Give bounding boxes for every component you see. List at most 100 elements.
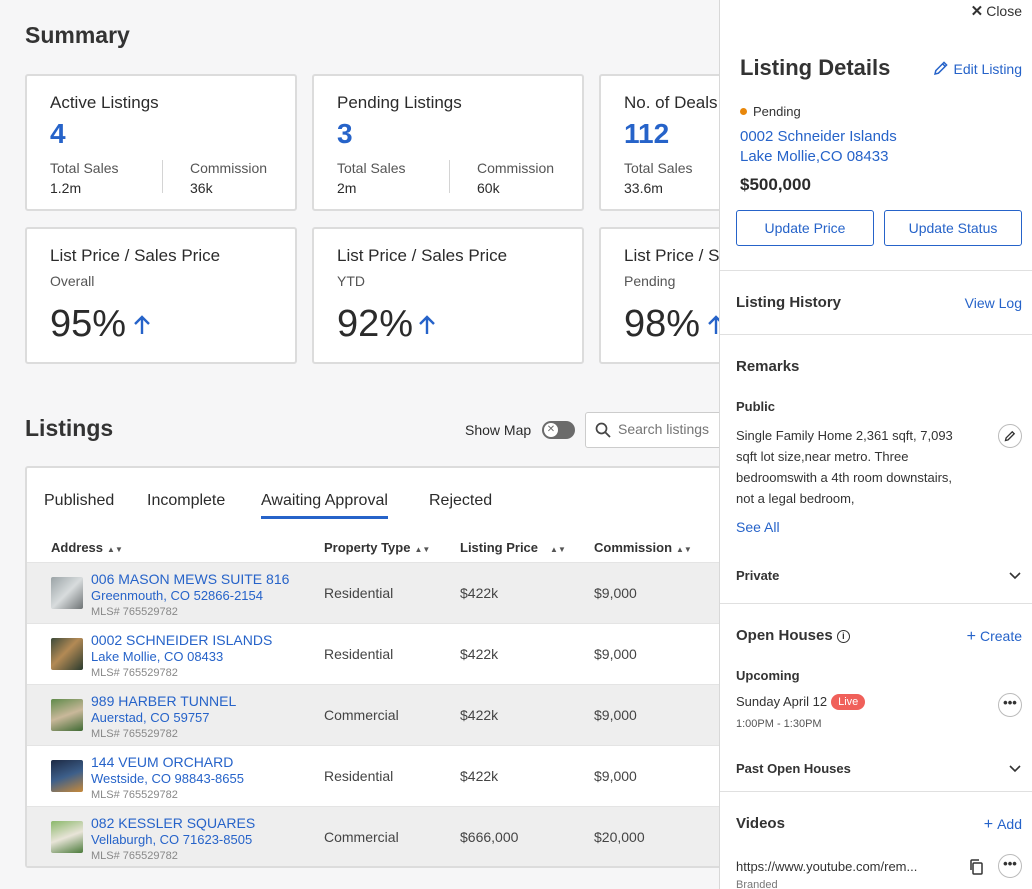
show-map-label: Show Map — [465, 422, 532, 438]
deals-card[interactable]: No. of Deals 112 Total Sales 33.6m — [599, 74, 719, 211]
column-header-property-type[interactable]: Property Type ▲▼ — [324, 540, 430, 555]
address-line2[interactable]: Lake Mollie,CO 08433 — [740, 148, 888, 165]
view-log-link[interactable]: View Log — [965, 295, 1022, 311]
chevron-down-icon[interactable] — [1009, 572, 1021, 580]
main-content: Summary Active Listings 4 Total Sales 1.… — [0, 0, 719, 889]
table-row[interactable]: 144 VEUM ORCHARD Westside, CO 98843-8655… — [27, 745, 719, 806]
table-row[interactable]: 989 HARBER TUNNEL Auerstad, CO 59757 MLS… — [27, 684, 719, 745]
total-sales-value: 1.2m — [50, 180, 82, 196]
address-line2[interactable]: Greenmouth, CO 52866-2154 — [91, 588, 263, 603]
address-line2[interactable]: Auerstad, CO 59757 — [91, 710, 210, 725]
address-line2[interactable]: Westside, CO 98843-8655 — [91, 771, 244, 786]
ratio-value: 95% — [50, 303, 127, 345]
divider — [720, 270, 1032, 271]
info-icon[interactable]: i — [836, 630, 850, 643]
property-thumbnail — [51, 760, 83, 792]
address-line1[interactable]: 989 HARBER TUNNEL — [91, 693, 236, 709]
table-row[interactable]: 006 MASON MEWS SUITE 816 Greenmouth, CO … — [27, 562, 719, 623]
more-icon: ••• — [1003, 695, 1017, 710]
column-header-commission[interactable]: Commission ▲▼ — [594, 540, 692, 555]
create-label: Create — [979, 628, 1022, 644]
past-open-houses-label[interactable]: Past Open Houses — [736, 761, 851, 776]
show-map-toggle[interactable]: ✕ — [542, 421, 575, 439]
update-status-button[interactable]: Update Status — [884, 210, 1022, 246]
video-url[interactable]: https://www.youtube.com/rem... — [736, 859, 917, 874]
public-remarks-text: Single Family Home 2,361 sqft, 7,093 sqf… — [736, 428, 953, 506]
add-label: Add — [997, 816, 1022, 832]
video-more-options-button[interactable]: ••• — [998, 854, 1022, 878]
ratio-value: 92% — [337, 303, 414, 345]
mls-number: MLS# 765529782 — [91, 850, 178, 862]
ratio-card-overall[interactable]: List Price / Sales Price Overall 95% — [25, 227, 297, 364]
ratio-card-pending[interactable]: List Price / Sales Price Pending 98% — [599, 227, 719, 364]
tab-incomplete[interactable]: Incomplete — [147, 492, 225, 516]
total-sales-label: Total Sales — [624, 160, 693, 176]
column-label: Address — [51, 540, 104, 555]
update-price-button[interactable]: Update Price — [736, 210, 874, 246]
close-icon: ✕ — [970, 3, 984, 20]
sort-icon: ▲▼ — [550, 545, 566, 554]
commission: $9,000 — [594, 768, 637, 784]
column-label: Listing Price — [460, 540, 539, 555]
commission: $20,000 — [594, 829, 645, 845]
address-line2[interactable]: Lake Mollie, CO 08433 — [91, 649, 223, 664]
close-label: Close — [986, 3, 1022, 19]
commission-label: Commission — [477, 160, 555, 176]
more-icon: ••• — [1003, 856, 1017, 871]
address-line1[interactable]: 082 KESSLER SQUARES — [91, 815, 255, 831]
chevron-down-icon[interactable] — [1009, 765, 1021, 773]
divider — [162, 160, 163, 193]
more-options-button[interactable]: ••• — [998, 693, 1022, 717]
plus-icon: + — [966, 628, 976, 645]
arrow-up-icon — [134, 315, 150, 334]
listing-details-panel: ✕ Close Listing Details Edit Listing Pend… — [719, 0, 1032, 889]
column-header-address[interactable]: Address ▲▼ — [51, 540, 123, 555]
active-listings-card[interactable]: Active Listings 4 Total Sales 1.2m Commi… — [25, 74, 297, 211]
address-line2[interactable]: Vellaburgh, CO 71623-8505 — [91, 832, 252, 847]
address-line1[interactable]: 0002 SCHNEIDER ISLANDS — [91, 632, 272, 648]
see-all-link[interactable]: See All — [736, 519, 780, 535]
card-subtitle: Overall — [50, 273, 95, 289]
search-input[interactable] — [618, 421, 719, 437]
table-row[interactable]: 082 KESSLER SQUARES Vellaburgh, CO 71623… — [27, 806, 719, 866]
address-line1[interactable]: 0002 Schneider Islands — [740, 128, 897, 145]
commission: $9,000 — [594, 585, 637, 601]
live-badge: Live — [831, 694, 866, 710]
upcoming-open-house[interactable]: Sunday April 12 Live — [736, 694, 866, 710]
address-line1[interactable]: 006 MASON MEWS SUITE 816 — [91, 571, 289, 587]
upcoming-date: Sunday April 12 — [736, 694, 828, 709]
edit-label: Edit Listing — [953, 61, 1022, 77]
arrow-up-icon — [419, 315, 435, 334]
panel-title: Listing Details — [740, 55, 891, 80]
card-title: List Price / Sales Price — [50, 246, 221, 265]
status-label: Pending — [753, 104, 801, 119]
summary-title: Summary — [25, 22, 130, 48]
edit-listing-button[interactable]: Edit Listing — [933, 60, 1022, 77]
pending-listings-card[interactable]: Pending Listings 3 Total Sales 2m Commis… — [312, 74, 584, 211]
column-header-listing-price[interactable]: Listing Price ▲▼ — [460, 540, 566, 555]
add-video-button[interactable]: + Add — [984, 816, 1022, 834]
open-houses-label: Open Houses — [736, 627, 833, 644]
video-type: Branded — [736, 879, 778, 889]
tab-awaiting-approval[interactable]: Awaiting Approval — [261, 492, 388, 519]
edit-remarks-button[interactable] — [998, 424, 1022, 448]
ratio-card-ytd[interactable]: List Price / Sales Price YTD 92% — [312, 227, 584, 364]
property-type: Commercial — [324, 829, 399, 845]
create-open-house-button[interactable]: + Create — [967, 628, 1022, 646]
listings-table: Published Incomplete Awaiting Approval R… — [25, 466, 719, 868]
toggle-off-icon: ✕ — [544, 423, 558, 437]
copy-icon[interactable] — [966, 856, 988, 878]
arrow-up-icon — [708, 315, 719, 334]
table-row[interactable]: 0002 SCHNEIDER ISLANDS Lake Mollie, CO 0… — [27, 623, 719, 684]
ratio-value: 98% — [624, 303, 701, 345]
videos-title: Videos — [736, 815, 785, 832]
tab-published[interactable]: Published — [44, 492, 114, 516]
tab-rejected[interactable]: Rejected — [429, 492, 492, 516]
pencil-icon — [1004, 430, 1016, 442]
search-box[interactable] — [585, 412, 719, 448]
mls-number: MLS# 765529782 — [91, 728, 178, 740]
open-houses-title: Open Houses i — [736, 627, 850, 644]
private-label[interactable]: Private — [736, 568, 779, 583]
address-line1[interactable]: 144 VEUM ORCHARD — [91, 754, 233, 770]
close-button[interactable]: ✕ Close — [971, 2, 1022, 20]
